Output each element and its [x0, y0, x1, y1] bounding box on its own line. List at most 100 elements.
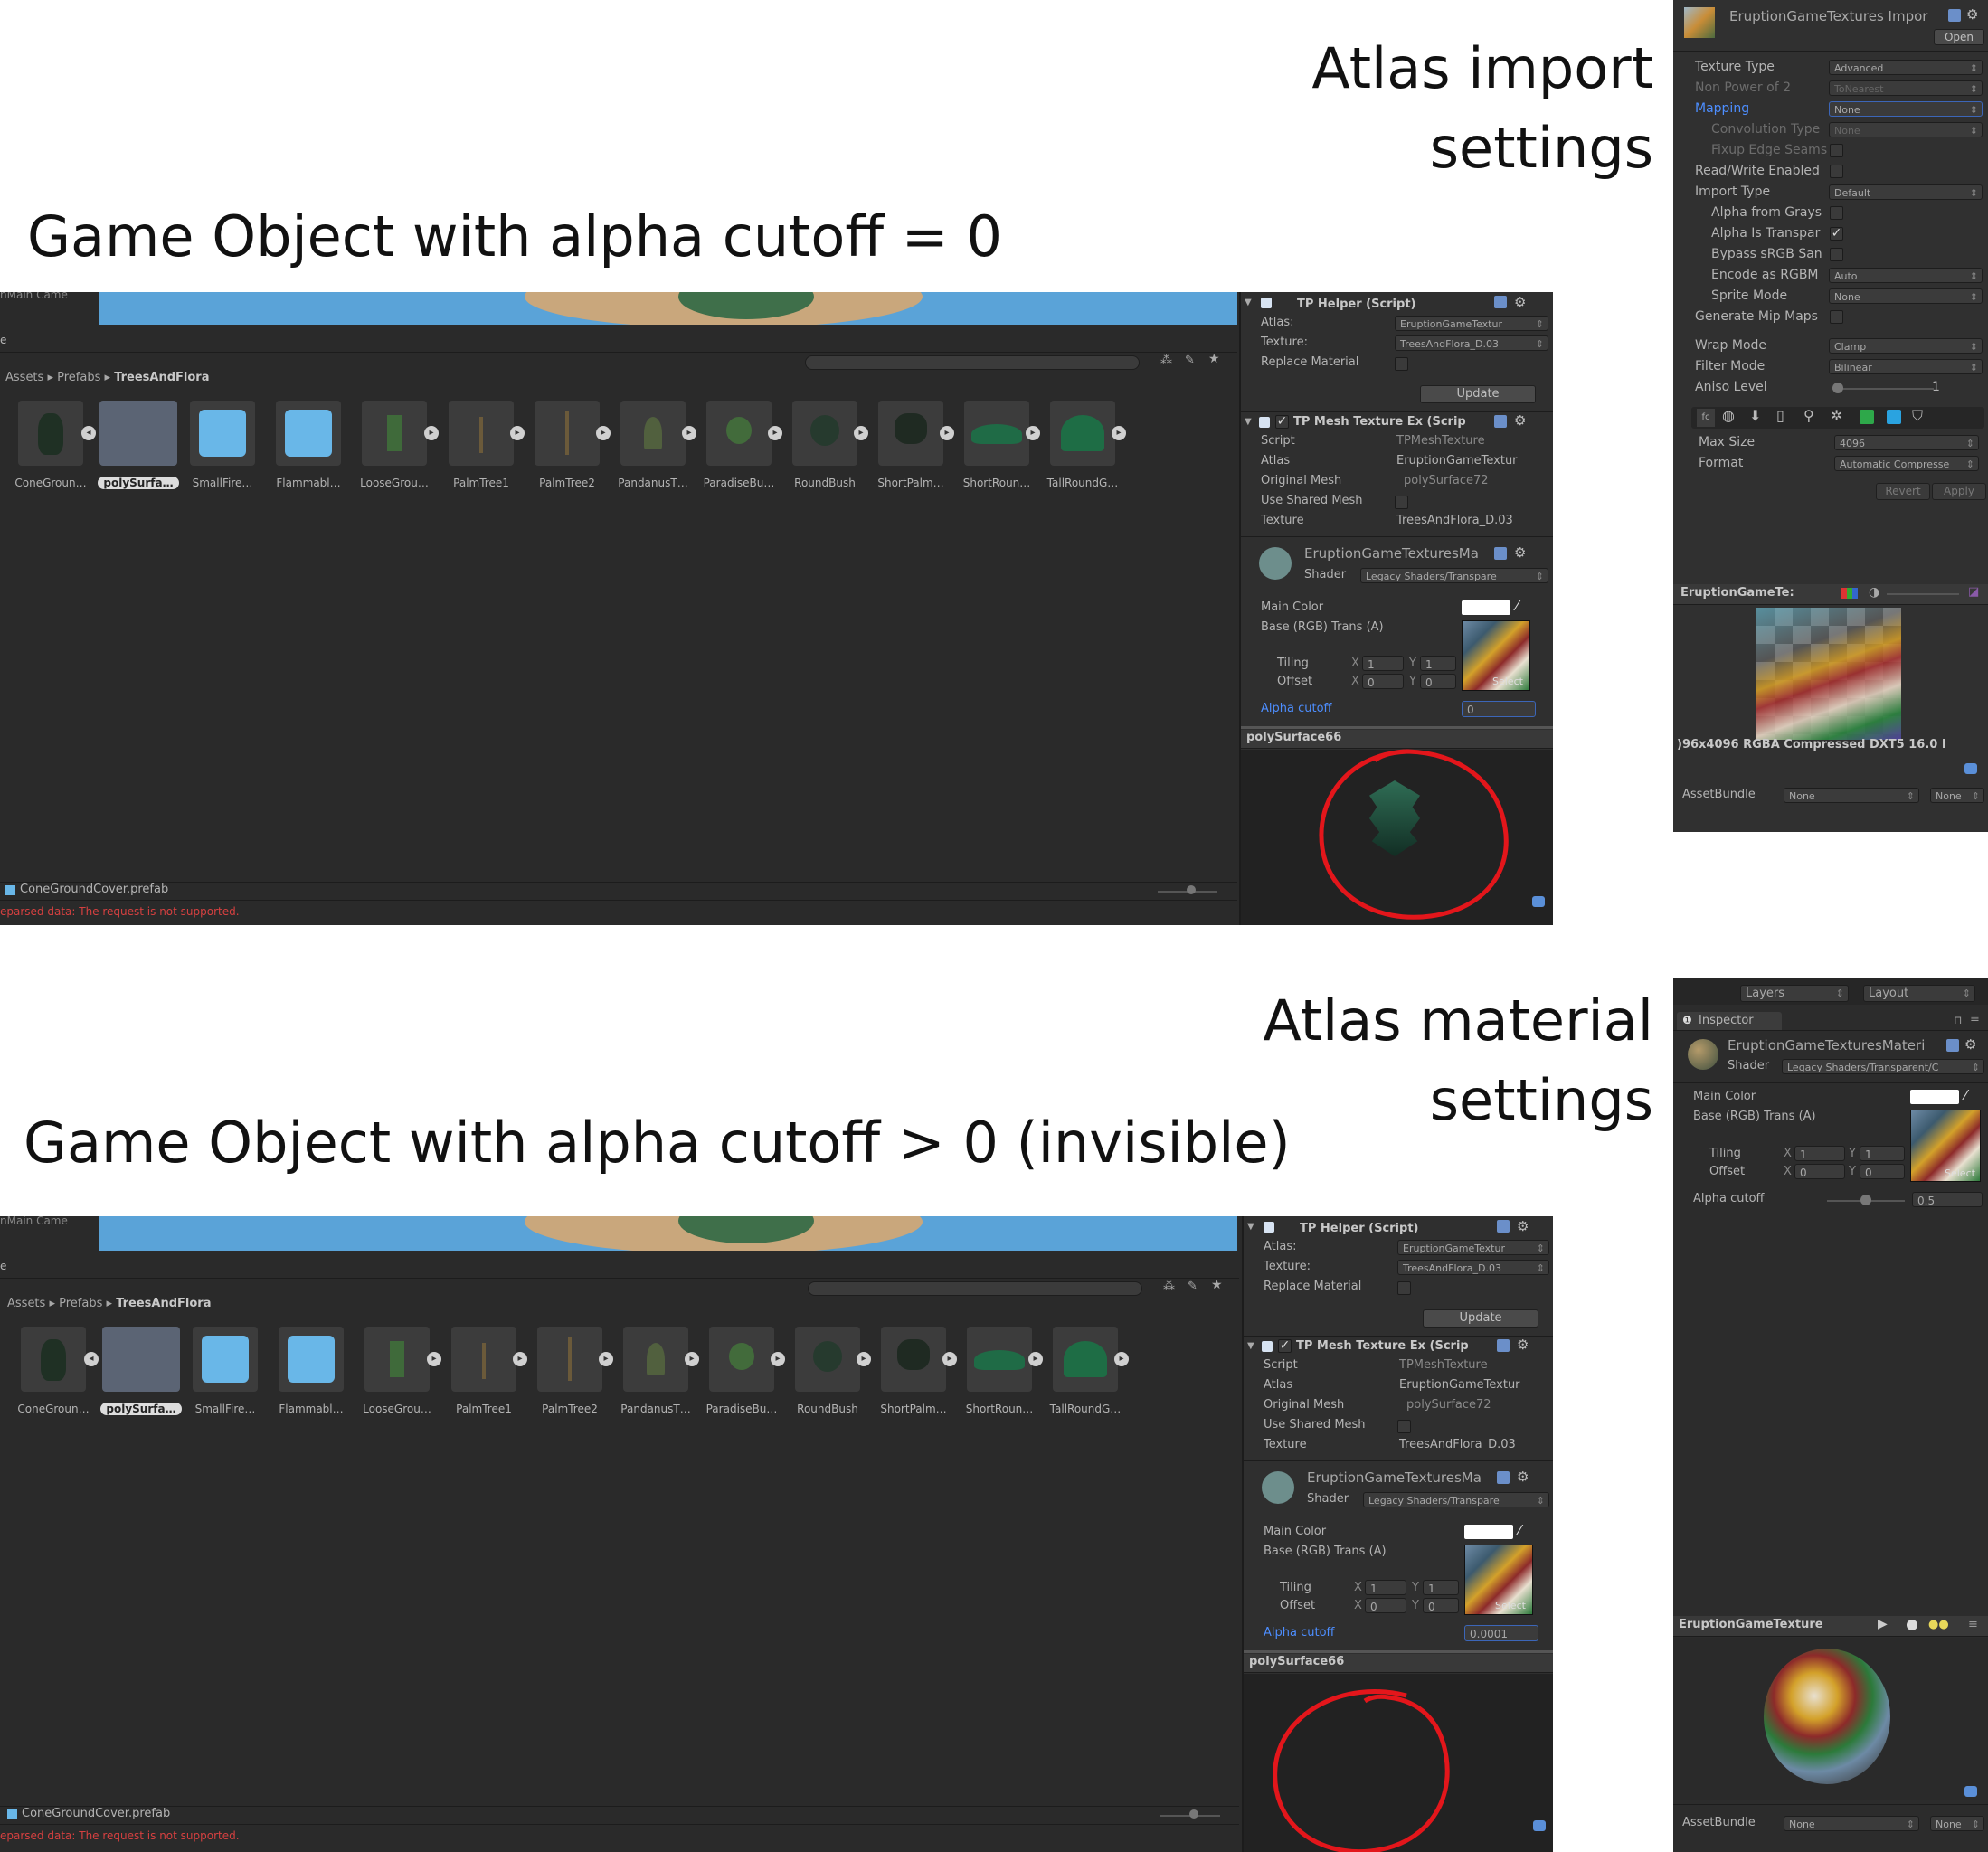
offset-x-field[interactable]: 0 — [1794, 1164, 1845, 1179]
project-tab-fragment[interactable]: e — [0, 1260, 6, 1272]
select-label[interactable]: Select — [1492, 676, 1523, 687]
expand-arrow-icon[interactable]: ◂ — [81, 426, 96, 440]
breadcrumb-treesandflora[interactable]: TreesAndFlora — [116, 1297, 211, 1310]
asset-tile-tallroundgrass[interactable] — [1050, 401, 1115, 466]
tiling-x-field[interactable]: 1 — [1794, 1146, 1845, 1161]
original-mesh-value[interactable]: polySurface72 — [1406, 1398, 1491, 1412]
asset-tile-pandanustree[interactable] — [620, 401, 686, 466]
import-type-dropdown[interactable]: Default — [1829, 184, 1983, 200]
aniso-level-value[interactable]: 1 — [1932, 380, 1940, 394]
asset-tile-smallfire[interactable] — [190, 401, 255, 466]
label-icon[interactable]: ✎ — [1188, 1280, 1198, 1293]
script-value[interactable]: TPMeshTexture — [1396, 434, 1485, 448]
fixup-edge-seams-checkbox[interactable] — [1830, 144, 1843, 157]
replace-material-checkbox[interactable] — [1397, 1281, 1411, 1295]
alpha-is-transparency-checkbox[interactable]: ✓ — [1830, 227, 1843, 241]
help-icon[interactable] — [1494, 296, 1507, 308]
expand-arrow-icon[interactable]: ▸ — [940, 426, 954, 440]
aniso-slider-handle[interactable] — [1832, 383, 1843, 393]
hierarchy-fragment[interactable]: nMain Came — [0, 292, 68, 301]
atlas2-value[interactable]: EruptionGameTextur — [1396, 454, 1518, 468]
main-color-swatch[interactable] — [1462, 600, 1510, 615]
gear-icon[interactable]: ⚙ — [1517, 1469, 1529, 1485]
android-platform-icon[interactable]: ⚲ — [1803, 407, 1814, 424]
convolution-type-dropdown[interactable]: None — [1829, 122, 1983, 137]
lights-icon[interactable]: ●● — [1928, 1618, 1949, 1631]
assetbundle-dropdown[interactable]: None — [1784, 788, 1919, 803]
apply-button[interactable]: Apply — [1932, 483, 1986, 500]
default-platform-icon[interactable]: fc — [1697, 409, 1715, 427]
ios-platform-icon[interactable]: ▯ — [1776, 407, 1784, 424]
asset-tile-palmtree2[interactable] — [535, 401, 600, 466]
main-color-swatch[interactable] — [1464, 1525, 1513, 1539]
asset-tile-shortpalm[interactable] — [878, 401, 943, 466]
bypass-srgb-checkbox[interactable] — [1830, 248, 1843, 261]
gear-icon[interactable]: ⚙ — [1517, 1337, 1529, 1353]
shader-dropdown[interactable]: Legacy Shaders/Transpare — [1363, 1492, 1549, 1507]
gear-icon[interactable]: ⚙ — [1514, 544, 1526, 561]
offset-y-field[interactable]: 0 — [1423, 1598, 1459, 1613]
expand-arrow-icon[interactable]: ▸ — [1026, 426, 1040, 440]
fold-arrow-icon[interactable]: ▼ — [1247, 1222, 1254, 1232]
expand-arrow-icon[interactable]: ◂ — [84, 1352, 99, 1366]
gear-icon[interactable]: ⚙ — [1514, 294, 1526, 310]
tiling-x-field[interactable]: 1 — [1362, 656, 1404, 671]
asset-tile-palmtree1[interactable] — [451, 1327, 516, 1392]
breadcrumb-prefabs[interactable]: Prefabs — [57, 371, 100, 384]
play-icon[interactable]: ▶ — [1878, 1617, 1888, 1631]
mip-icon[interactable]: ◪ — [1968, 585, 1979, 599]
open-button[interactable]: Open — [1934, 29, 1984, 45]
generate-mip-maps-checkbox[interactable] — [1830, 310, 1843, 324]
tiling-x-field[interactable]: 1 — [1365, 1580, 1406, 1595]
gear-icon[interactable]: ⚙ — [1964, 1036, 1976, 1053]
gear-icon[interactable]: ⚙ — [1966, 6, 1978, 23]
asset-label-icon[interactable] — [1964, 763, 1977, 774]
menu-icon[interactable]: ≡ — [1970, 1012, 1980, 1025]
eyedropper-icon[interactable]: ⁄ — [1516, 598, 1519, 614]
eyedropper-icon[interactable]: ⁄ — [1964, 1087, 1967, 1103]
asset-tile-loosegroundcover[interactable] — [364, 1327, 430, 1392]
atlas-field[interactable]: EruptionGameTextur — [1397, 1240, 1549, 1255]
zoom-slider-handle[interactable] — [1187, 885, 1196, 894]
non-power-of-2-dropdown[interactable]: ToNearest — [1829, 80, 1983, 96]
asset-tile-palmtree2[interactable] — [537, 1327, 602, 1392]
star-icon[interactable]: ★ — [1211, 1278, 1223, 1292]
project-search-input[interactable] — [808, 1281, 1142, 1296]
texture-field[interactable]: TreesAndFlora_D.03 — [1397, 1260, 1549, 1275]
scene-view[interactable] — [99, 1216, 1237, 1251]
asset-label-icon[interactable] — [1532, 896, 1545, 907]
shader-dropdown[interactable]: Legacy Shaders/Transparent/C — [1782, 1059, 1984, 1074]
project-search-input[interactable] — [805, 355, 1140, 370]
help-icon[interactable] — [1948, 9, 1961, 22]
filter-icon[interactable]: ⁂ — [1163, 1280, 1175, 1293]
offset-y-field[interactable]: 0 — [1860, 1164, 1905, 1179]
sprite-mode-dropdown[interactable]: None — [1829, 288, 1983, 304]
hierarchy-fragment[interactable]: nMain Came — [0, 1216, 68, 1227]
expand-arrow-icon[interactable]: ▸ — [1114, 1352, 1129, 1366]
use-shared-mesh-checkbox[interactable] — [1395, 496, 1408, 509]
breadcrumb-assets[interactable]: Assets — [5, 371, 43, 384]
expand-arrow-icon[interactable]: ▸ — [599, 1352, 613, 1366]
mapping-dropdown[interactable]: None — [1829, 101, 1983, 117]
expand-arrow-icon[interactable]: ▸ — [685, 1352, 699, 1366]
rgb-channel-icon[interactable] — [1841, 588, 1858, 599]
asset-tile-polysurface[interactable] — [99, 401, 177, 466]
assetbundle-variant-dropdown[interactable]: None — [1930, 1816, 1984, 1831]
texture-field[interactable]: TreesAndFlora_D.03 — [1395, 335, 1548, 351]
eyedropper-icon[interactable]: ⁄ — [1519, 1522, 1521, 1538]
alpha-from-grays-checkbox[interactable] — [1830, 206, 1843, 220]
expand-arrow-icon[interactable]: ▸ — [768, 426, 782, 440]
aniso-slider-track[interactable] — [1832, 388, 1934, 390]
gear-icon[interactable]: ⚙ — [1517, 1218, 1529, 1234]
lock-icon[interactable]: ⊓ — [1954, 1014, 1962, 1026]
inspector-tab[interactable]: ❶ Inspector — [1677, 1012, 1782, 1030]
alpha-cutoff-field[interactable]: 0.5 — [1912, 1192, 1983, 1207]
max-size-dropdown[interactable]: 4096 — [1834, 435, 1979, 450]
asset-tile-smallfire[interactable] — [193, 1327, 258, 1392]
alpha-cutoff-field[interactable]: 0 — [1462, 701, 1536, 717]
expand-arrow-icon[interactable]: ▸ — [682, 426, 696, 440]
filter-icon[interactable]: ⁂ — [1160, 354, 1172, 367]
expand-arrow-icon[interactable]: ▸ — [513, 1352, 527, 1366]
project-tab-fragment[interactable]: e — [0, 334, 6, 346]
help-icon[interactable] — [1946, 1039, 1959, 1052]
